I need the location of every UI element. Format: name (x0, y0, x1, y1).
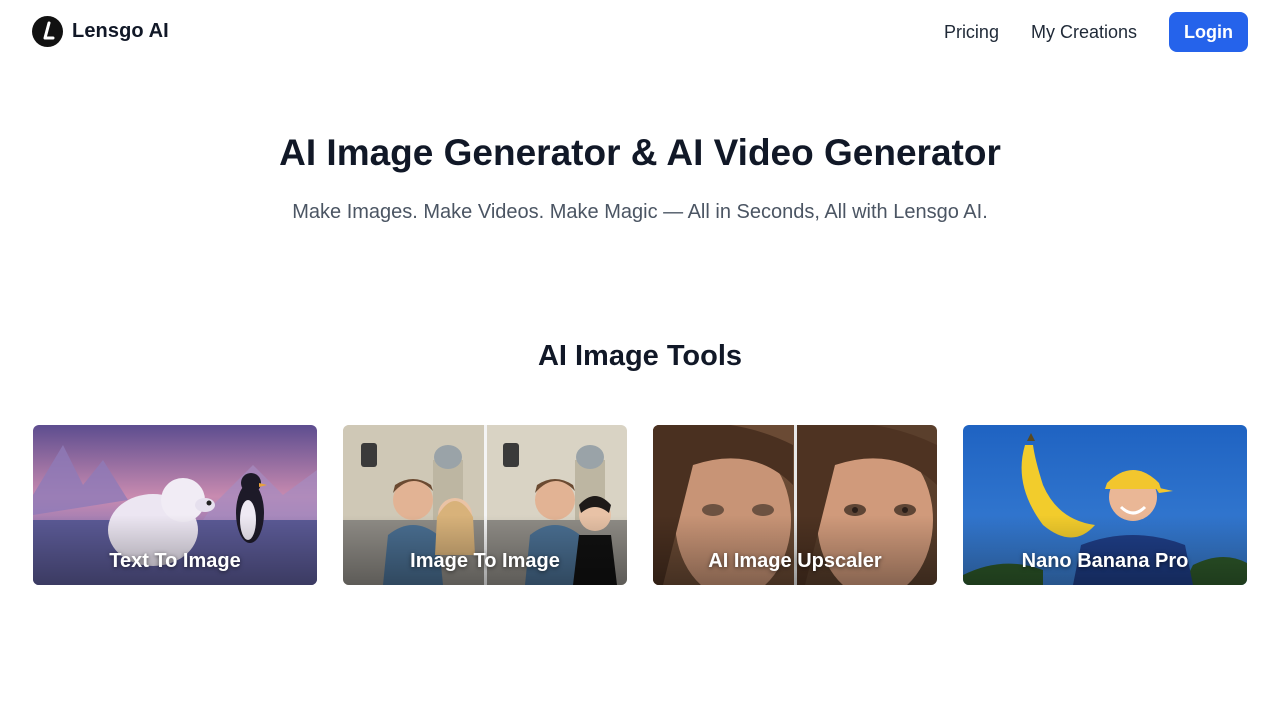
site-header: Lensgo AI Pricing My Creations Login (0, 0, 1280, 64)
card-label: Text To Image (109, 550, 241, 572)
hero-subtitle: Make Images. Make Videos. Make Magic — A… (292, 201, 988, 223)
tool-card-image-to-image[interactable]: Image To Image (343, 425, 627, 585)
card-label: Nano Banana Pro (1021, 550, 1189, 572)
tool-card-ai-image-upscaler[interactable]: AI Image Upscaler (653, 425, 937, 585)
section-title-ai-image-tools: AI Image Tools (537, 340, 743, 372)
login-button[interactable]: Login (1169, 12, 1248, 52)
card-label: Image To Image (410, 550, 560, 572)
nav-my-creations[interactable]: My Creations (1031, 12, 1137, 52)
tool-cards: Text To Image Image To Image AI Image Up… (33, 425, 1247, 585)
nav-pricing[interactable]: Pricing (944, 12, 999, 52)
card-label: AI Image Upscaler (708, 550, 882, 572)
brand-logo[interactable]: Lensgo AI (32, 16, 169, 47)
tool-card-nano-banana-pro[interactable]: Nano Banana Pro (963, 425, 1247, 585)
main-nav: Pricing My Creations Login (944, 12, 1248, 52)
brand-name: Lensgo AI (72, 20, 169, 42)
hero-title: AI Image Generator & AI Video Generator (279, 132, 1001, 173)
tool-card-text-to-image[interactable]: Text To Image (33, 425, 317, 585)
lensgo-logo-icon (32, 16, 63, 47)
